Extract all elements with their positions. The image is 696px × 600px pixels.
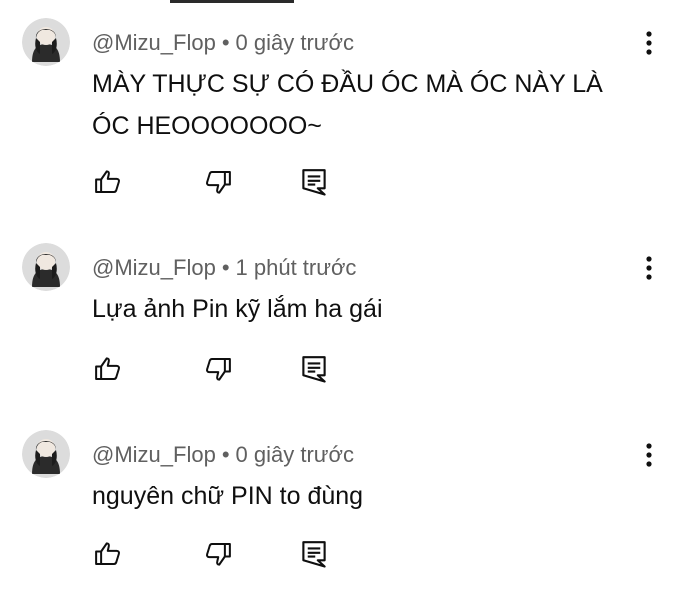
comment-actions: [92, 353, 342, 387]
thumb-up-icon[interactable]: [92, 166, 124, 198]
comment-text: MÀY THỰC SỰ CÓ ĐẦU ÓC MÀ ÓC NÀY LÀ ÓC HE…: [92, 70, 603, 140]
comment-actions: [92, 538, 342, 572]
avatar[interactable]: [22, 430, 70, 478]
comment-text: Lựa ảnh Pin kỹ lắm ha gái: [92, 295, 383, 323]
thumb-down-icon[interactable]: [202, 353, 234, 385]
comment-actions: [92, 166, 342, 200]
top-divider: [170, 0, 294, 3]
comment-time[interactable]: 1 phút trước: [236, 255, 357, 280]
comment-time[interactable]: 0 giây trước: [236, 442, 354, 467]
comment-author[interactable]: @Mizu_Flop: [92, 442, 216, 467]
thumb-up-icon[interactable]: [92, 353, 124, 385]
comment-time[interactable]: 0 giây trước: [236, 30, 354, 55]
separator-dot: •: [221, 255, 230, 280]
thumb-down-icon[interactable]: [202, 166, 234, 198]
separator-dot: •: [221, 30, 230, 55]
thumb-down-icon[interactable]: [202, 538, 234, 570]
separator-dot: •: [221, 442, 230, 467]
comment-header: @Mizu_Flop • 1 phút trước: [92, 255, 356, 281]
comment-header: @Mizu_Flop • 0 giây trước: [92, 442, 354, 468]
comment-author[interactable]: @Mizu_Flop: [92, 255, 216, 280]
reply-icon[interactable]: [298, 166, 330, 198]
avatar[interactable]: [22, 18, 70, 66]
more-vert-icon[interactable]: [636, 251, 662, 285]
comment-author[interactable]: @Mizu_Flop: [92, 30, 216, 55]
comment-header: @Mizu_Flop • 0 giây trước: [92, 30, 354, 56]
reply-icon[interactable]: [298, 353, 330, 385]
thumb-up-icon[interactable]: [92, 538, 124, 570]
comment-text: nguyên chữ PIN to đùng: [92, 482, 364, 510]
reply-icon[interactable]: [298, 538, 330, 570]
avatar[interactable]: [22, 243, 70, 291]
more-vert-icon[interactable]: [636, 438, 662, 472]
more-vert-icon[interactable]: [636, 26, 662, 60]
